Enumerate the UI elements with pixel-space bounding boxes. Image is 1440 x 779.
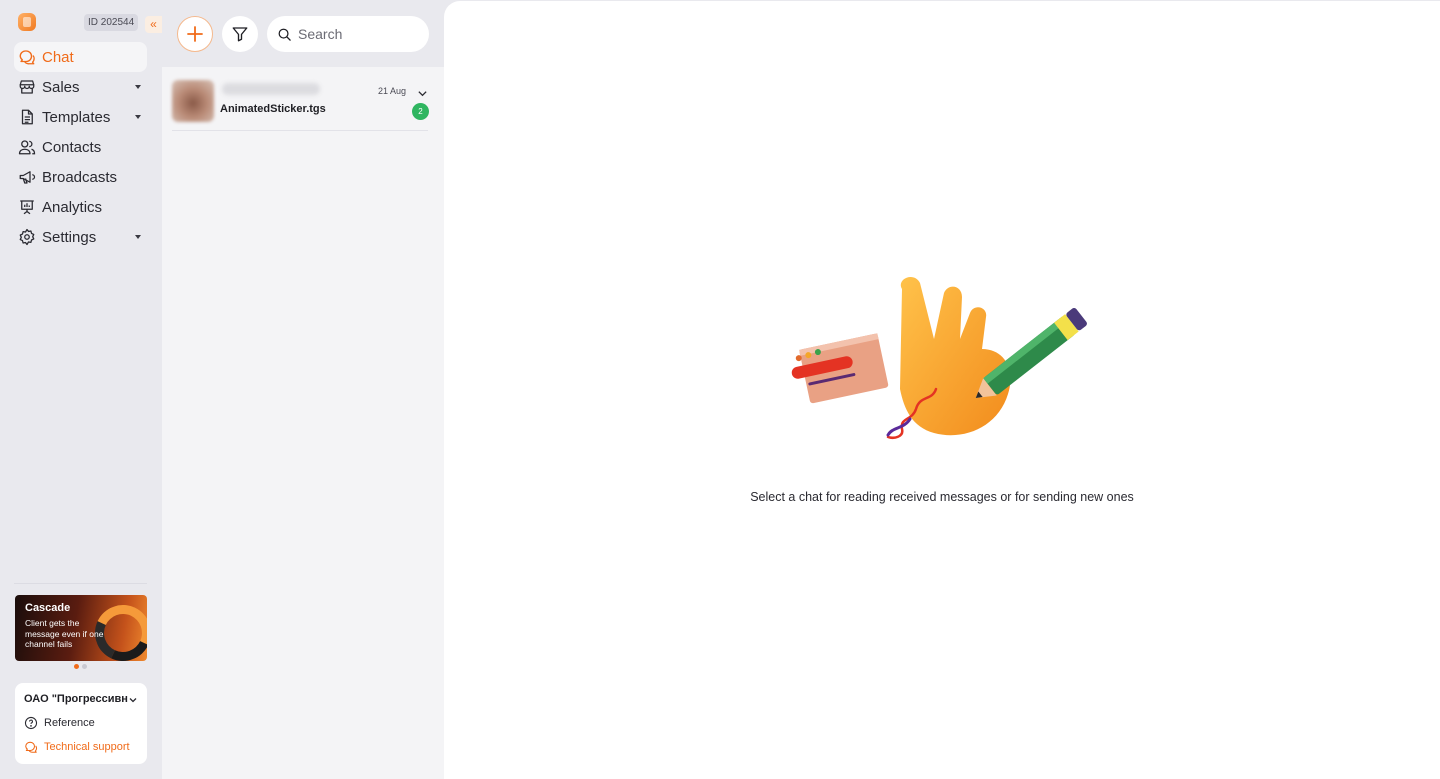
search-box[interactable] [267, 16, 429, 52]
search-input[interactable] [298, 26, 418, 42]
nav-label-broadcasts: Broadcasts [42, 168, 118, 186]
caret-down-icon [135, 85, 141, 89]
nav-label-analytics: Analytics [42, 198, 103, 216]
chat-list-toolbar [162, 0, 444, 67]
avatar [172, 80, 214, 122]
nav-label-contacts: Contacts [42, 138, 102, 156]
organization-card: ОАО "Прогрессивн Reference Technical sup… [15, 683, 147, 764]
account-id-badge: ID 202544 [84, 14, 139, 31]
document-icon [21, 109, 33, 125]
promo-title: Cascade [25, 602, 71, 614]
promo-text: Client gets the message even if one chan… [25, 618, 104, 649]
promo-banner[interactable]: Cascade Client gets the message even if … [15, 595, 147, 661]
store-icon [19, 80, 35, 94]
chat-list-panel: 21 Aug AnimatedSticker.tgs 2 [162, 0, 444, 779]
empty-state-message: Select a chat for reading received messa… [750, 490, 1134, 504]
help-circle-icon [24, 716, 38, 730]
conversation-area: Select a chat for reading received messa… [444, 1, 1440, 779]
nav-item-settings[interactable]: Settings [14, 222, 147, 252]
caret-down-icon [135, 115, 141, 119]
plus-icon [187, 26, 203, 42]
nav-label-settings: Settings [42, 228, 97, 246]
organization-name[interactable]: ОАО "Прогрессивн [24, 693, 128, 705]
caret-down-icon [135, 235, 141, 239]
nav-item-sales[interactable]: Sales [14, 72, 147, 102]
pagination-dot[interactable] [82, 664, 87, 669]
chat-date: 21 Aug [378, 86, 407, 96]
nav-item-chat[interactable]: Chat [14, 42, 147, 72]
presentation-chart-icon [20, 200, 34, 215]
technical-support-link[interactable]: Technical support [24, 740, 130, 754]
technical-support-label: Technical support [44, 741, 130, 753]
nav-label-sales: Sales [42, 78, 80, 96]
reference-link[interactable]: Reference [24, 716, 95, 730]
last-message-preview: AnimatedSticker.tgs [220, 103, 326, 115]
chevron-down-icon[interactable] [128, 695, 138, 705]
nav-item-analytics[interactable]: Analytics [14, 192, 147, 222]
chat-icon [19, 50, 35, 65]
reference-label: Reference [44, 717, 95, 729]
app-logo[interactable] [18, 13, 36, 31]
new-chat-button[interactable] [177, 16, 213, 52]
nav-label-templates: Templates [42, 108, 111, 126]
users-icon [18, 140, 36, 155]
sidebar-divider [14, 583, 147, 584]
gear-icon [19, 228, 35, 246]
chat-list-item[interactable]: 21 Aug AnimatedSticker.tgs 2 [172, 72, 429, 131]
chevron-down-icon[interactable] [417, 88, 428, 99]
nav-item-templates[interactable]: Templates [14, 102, 147, 132]
promo-pagination [74, 664, 87, 669]
collapse-sidebar-button[interactable]: « [145, 16, 162, 33]
unread-count-badge: 2 [412, 103, 429, 120]
chat-icon [25, 741, 38, 753]
filter-icon [232, 27, 248, 42]
nav-label-chat: Chat [42, 48, 74, 66]
nav-item-broadcasts[interactable]: Broadcasts [14, 162, 147, 192]
filter-button[interactable] [222, 16, 258, 52]
sidebar: ID 202544 « Chat Sales Templates Contact… [0, 0, 162, 779]
search-icon [278, 28, 291, 41]
megaphone-icon [19, 171, 36, 184]
contact-name-blurred [222, 83, 320, 95]
hand-writing-illustration [791, 276, 1087, 439]
main-nav: Chat Sales Templates Contacts Broadcasts… [14, 42, 147, 252]
pagination-dot-active[interactable] [74, 664, 79, 669]
nav-item-contacts[interactable]: Contacts [14, 132, 147, 162]
